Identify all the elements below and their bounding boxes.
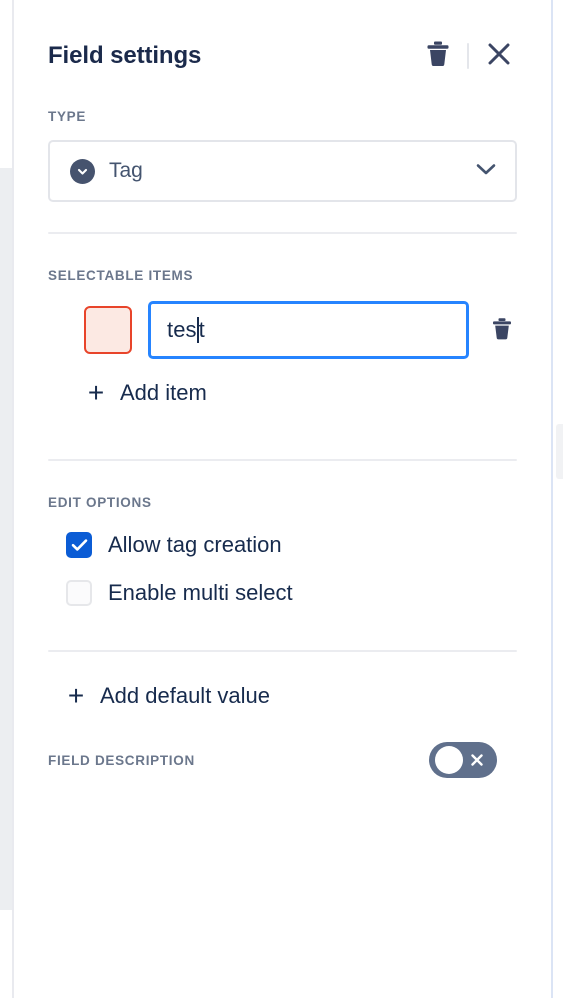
selectable-items-section: SELECTABLE ITEMS tes t + Add item bbox=[14, 234, 551, 413]
field-settings-panel: Field settings TYPE Tag SELECTABLE ITEMS… bbox=[14, 0, 551, 998]
add-item-label: Add item bbox=[120, 380, 207, 405]
field-description-toggle[interactable] bbox=[429, 742, 497, 778]
option-label: Enable multi select bbox=[108, 580, 293, 605]
item-value-text-after-caret: t bbox=[198, 317, 205, 342]
header-divider bbox=[467, 42, 469, 69]
field-description-row: FIELD DESCRIPTION bbox=[48, 742, 517, 778]
panel-header: Field settings bbox=[14, 0, 551, 73]
add-default-value-label: Add default value bbox=[100, 683, 271, 708]
close-icon bbox=[463, 752, 491, 768]
plus-icon: + bbox=[87, 377, 105, 408]
item-value-text-before-caret: tes bbox=[167, 317, 197, 342]
plus-icon: + bbox=[67, 680, 85, 711]
field-type-select[interactable]: Tag bbox=[48, 140, 517, 202]
delete-item-button[interactable] bbox=[487, 313, 517, 348]
header-actions bbox=[423, 38, 515, 73]
delete-field-button[interactable] bbox=[423, 38, 453, 73]
type-section-label: TYPE bbox=[48, 109, 87, 124]
option-label: Allow tag creation bbox=[108, 532, 282, 557]
page-title: Field settings bbox=[48, 41, 202, 69]
field-type-value: Tag bbox=[109, 159, 143, 182]
close-icon bbox=[485, 40, 513, 71]
selectable-item-row: tes t bbox=[48, 301, 517, 359]
selectable-items-label: SELECTABLE ITEMS bbox=[48, 268, 194, 283]
item-color-swatch[interactable] bbox=[84, 306, 132, 354]
item-value-input[interactable]: tes t bbox=[148, 301, 469, 359]
type-section: TYPE Tag bbox=[14, 73, 551, 202]
chevron-down-circle-icon bbox=[70, 158, 95, 184]
field-description-label: FIELD DESCRIPTION bbox=[48, 752, 195, 768]
add-item-button[interactable]: + Add item bbox=[48, 379, 517, 407]
add-default-value-button[interactable]: + Add default value bbox=[48, 682, 517, 710]
trash-icon bbox=[425, 40, 451, 71]
trash-icon bbox=[491, 317, 513, 344]
default-value-section: + Add default value FIELD DESCRIPTION bbox=[14, 652, 551, 778]
background-right-divider bbox=[551, 0, 553, 998]
edit-options-section: EDIT OPTIONS Allow tag creation Enable m… bbox=[14, 461, 551, 616]
checkbox-checked-icon[interactable] bbox=[66, 532, 92, 558]
checkbox-unchecked-icon[interactable] bbox=[66, 580, 92, 606]
option-enable-multi-select[interactable]: Enable multi select bbox=[48, 580, 517, 606]
option-allow-tag-creation[interactable]: Allow tag creation bbox=[48, 532, 517, 558]
close-panel-button[interactable] bbox=[483, 38, 515, 73]
background-left-panel-edge bbox=[0, 168, 12, 910]
toggle-knob bbox=[435, 746, 463, 774]
chevron-down-icon bbox=[475, 162, 497, 181]
background-right-handle bbox=[556, 424, 563, 479]
edit-options-label: EDIT OPTIONS bbox=[48, 495, 152, 510]
